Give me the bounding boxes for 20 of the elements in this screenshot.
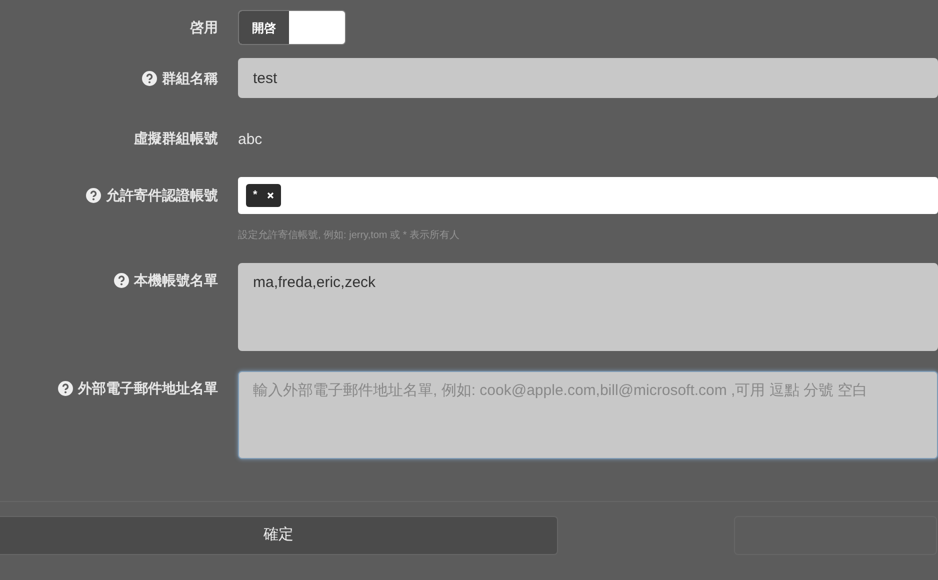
help-icon[interactable] (58, 380, 73, 396)
hint-text: 設定允許寄信帳號, 例如: jerry,tom 或 * 表示所有人 (238, 228, 460, 243)
field-value: abc (238, 131, 262, 148)
confirm-button[interactable]: 確定 (0, 516, 558, 555)
help-icon[interactable] (86, 188, 101, 203)
tag-field[interactable]: * (238, 177, 938, 214)
field-label: 外部電子郵件地址名單 (78, 378, 218, 398)
help-icon[interactable] (142, 70, 157, 86)
field-label: 群組名稱 (162, 68, 218, 88)
remove-icon[interactable] (267, 192, 274, 199)
field-label: 啓用 (190, 18, 218, 37)
text-field[interactable]: test (238, 58, 938, 98)
field-label: 允許寄件認證帳號 (106, 186, 218, 205)
toggle-switch[interactable]: 開啓 (238, 10, 346, 45)
field-label: 本機帳號名單 (134, 270, 218, 290)
text-area[interactable]: 輸入外部電子郵件地址名單, 例如: cook@apple.com,bill@microsoft.com ,可用 逗點 分號 空白 (238, 371, 938, 459)
text-area[interactable]: ma,freda,eric,zeck (238, 263, 938, 351)
field-label: 虛擬群組帳號 (134, 129, 218, 148)
help-icon[interactable] (114, 272, 129, 288)
tag[interactable]: * (246, 184, 282, 207)
